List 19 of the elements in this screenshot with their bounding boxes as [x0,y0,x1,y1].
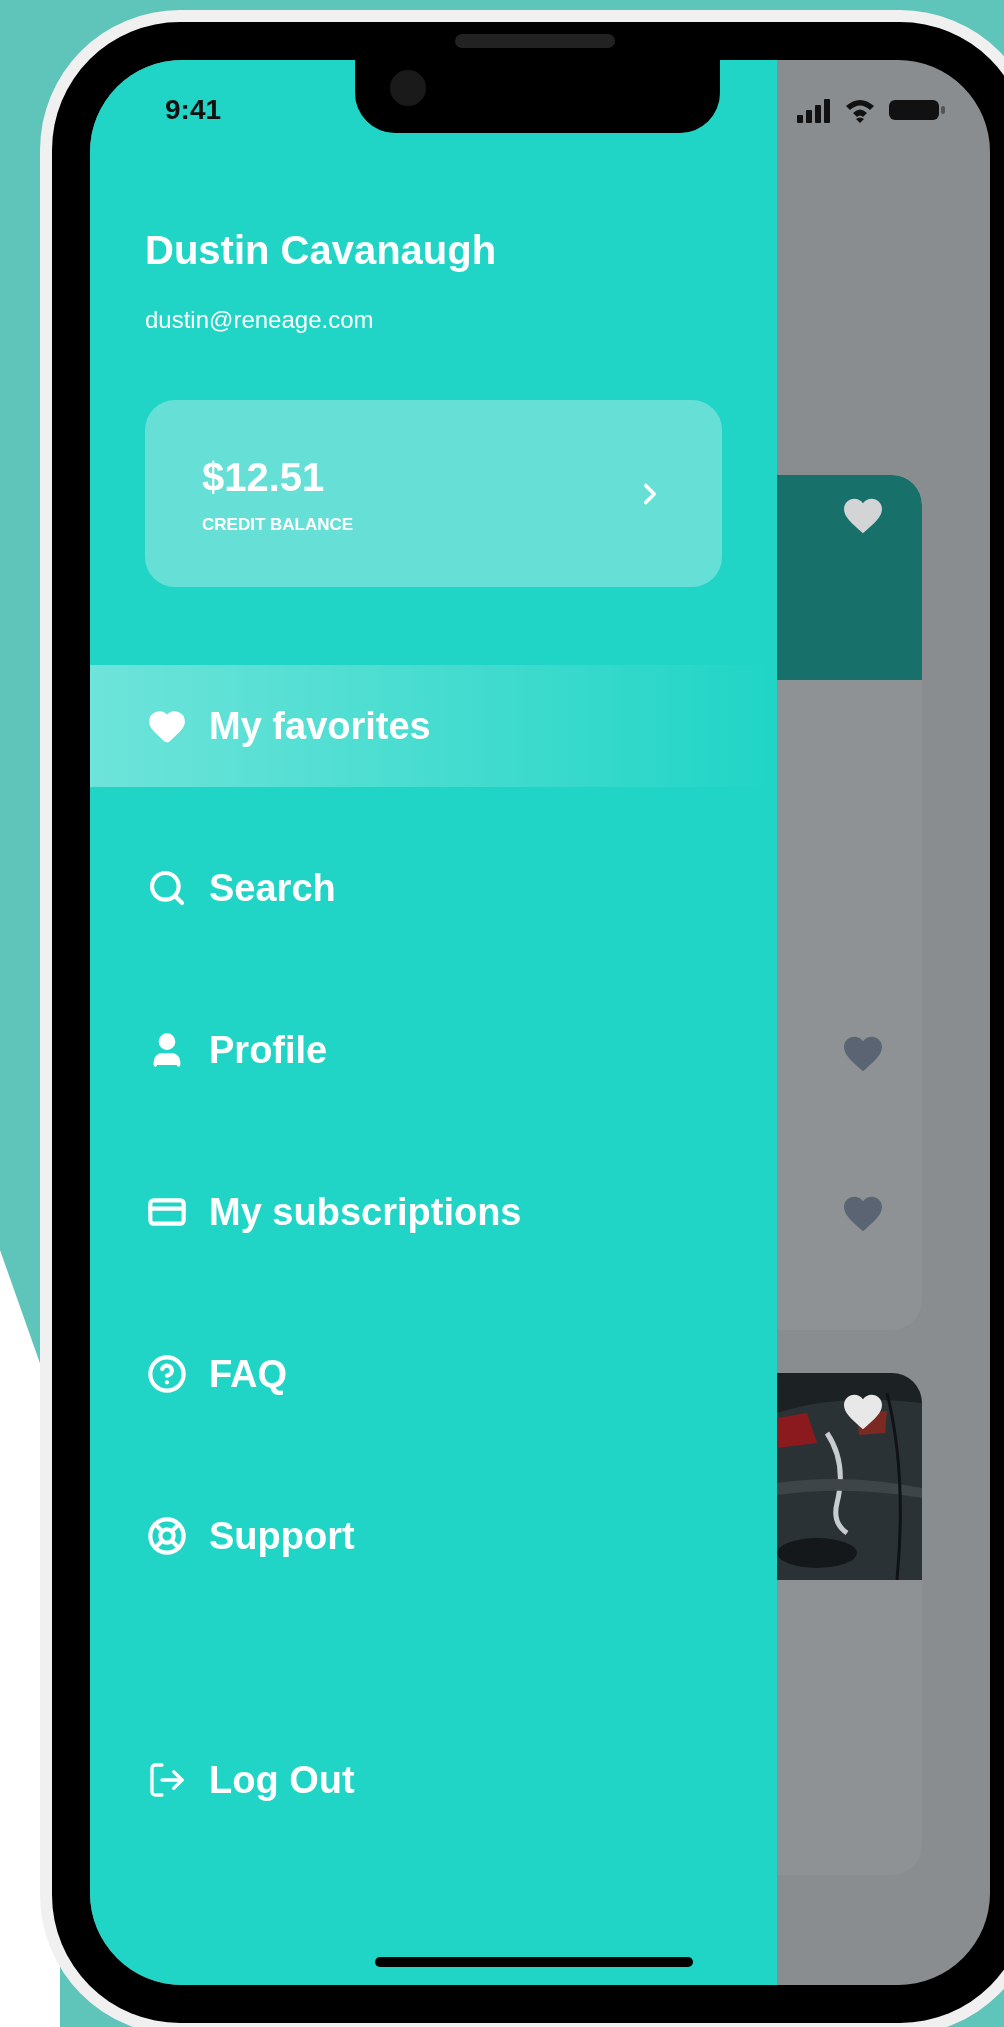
menu-item[interactable]: My subscriptions [90,1151,777,1273]
camera-icon [390,70,426,106]
menu-item[interactable]: Search [90,827,777,949]
menu-item[interactable]: FAQ [90,1313,777,1435]
search-icon [147,868,187,908]
user-email: dustin@reneage.com [145,305,375,335]
heart-icon[interactable] [842,1393,884,1431]
status-time: 9:41 [165,93,222,127]
help-icon [147,1354,187,1394]
signal-icon [797,97,831,123]
menu-item[interactable]: Support [90,1475,777,1597]
lifebuoy-icon [147,1516,187,1556]
wifi-icon [845,97,875,123]
logout-icon [147,1760,187,1800]
user-name: Dustin Cavanaugh [145,227,498,274]
credit-balance-card[interactable]: $12.51 CREDIT BALANCE [145,400,722,587]
battery-icon [889,99,945,121]
logout-button[interactable]: Log Out [90,1719,777,1841]
menu-item[interactable]: Profile [90,989,777,1111]
